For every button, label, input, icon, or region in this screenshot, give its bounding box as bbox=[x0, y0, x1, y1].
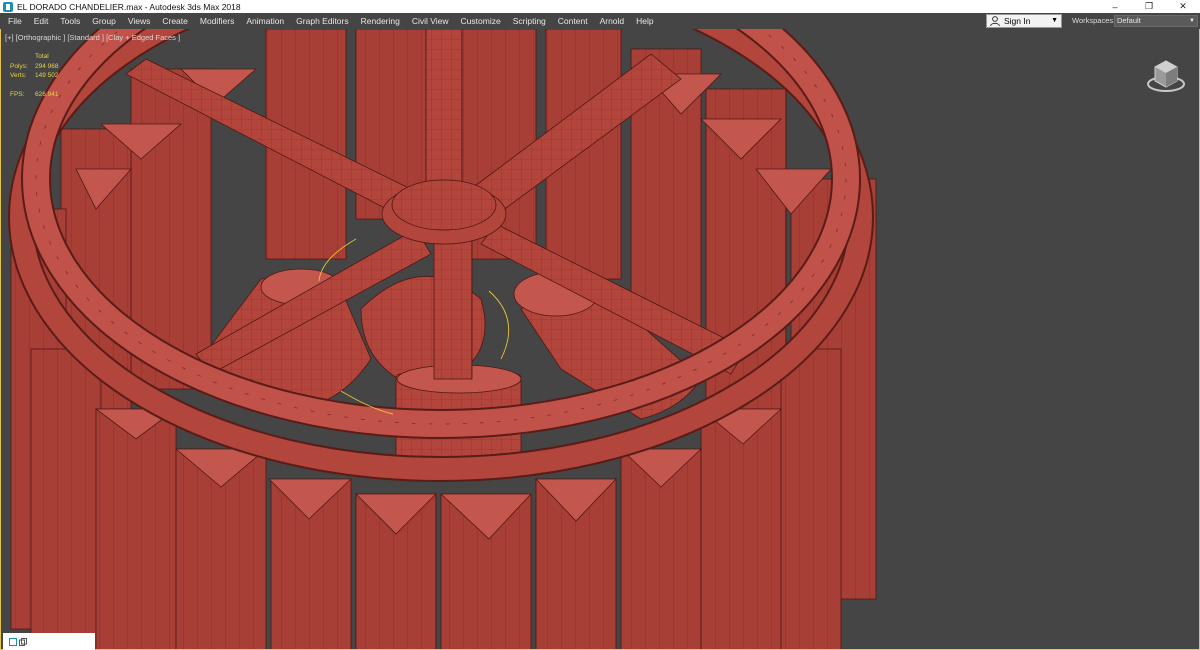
menu-bar: File Edit Tools Group Views Create Modif… bbox=[0, 13, 1200, 29]
layer-icon[interactable] bbox=[9, 637, 17, 646]
menu-modifiers[interactable]: Modifiers bbox=[194, 13, 240, 29]
menu-tools[interactable]: Tools bbox=[54, 13, 86, 29]
menu-group[interactable]: Group bbox=[86, 13, 122, 29]
stats-verts-value: 149 502 bbox=[35, 72, 59, 80]
window-controls: – ❐ ✕ bbox=[1098, 0, 1200, 13]
stats-total-label: Total bbox=[35, 53, 49, 60]
perspective-viewport[interactable]: [+] [Orthographic ] [Standard ] [Clay + … bbox=[0, 29, 1200, 650]
menu-arnold[interactable]: Arnold bbox=[594, 13, 631, 29]
title-bar: EL DORADO CHANDELIER.max - Autodesk 3ds … bbox=[0, 0, 1200, 13]
menu-civil-view[interactable]: Civil View bbox=[406, 13, 455, 29]
viewport-statistics: Total Polys: 294 968 Verts: 149 502 FPS:… bbox=[10, 52, 59, 99]
stats-verts-label: Verts: bbox=[10, 72, 27, 80]
minimize-button[interactable]: – bbox=[1098, 0, 1132, 13]
menu-content[interactable]: Content bbox=[552, 13, 594, 29]
menu-customize[interactable]: Customize bbox=[455, 13, 507, 29]
viewcube-icon[interactable] bbox=[1141, 51, 1191, 101]
app-icon bbox=[3, 1, 13, 12]
stats-polys-value: 294 968 bbox=[35, 62, 59, 70]
workspaces-label: Workspaces: bbox=[1072, 16, 1116, 25]
close-button[interactable]: ✕ bbox=[1166, 0, 1200, 13]
copy-icon[interactable] bbox=[19, 637, 27, 646]
chandelier-model bbox=[8, 29, 877, 649]
menu-animation[interactable]: Animation bbox=[240, 13, 290, 29]
chevron-down-icon: ▼ bbox=[1189, 18, 1195, 24]
menu-edit[interactable]: Edit bbox=[28, 13, 55, 29]
menu-help[interactable]: Help bbox=[630, 13, 659, 29]
menu-graph-editors[interactable]: Graph Editors bbox=[290, 13, 354, 29]
stats-fps-value: 626.941 bbox=[35, 90, 59, 98]
viewport-label[interactable]: [+] [Orthographic ] [Standard ] [Clay + … bbox=[5, 33, 180, 42]
menu-rendering[interactable]: Rendering bbox=[355, 13, 406, 29]
menu-create[interactable]: Create bbox=[156, 13, 194, 29]
user-icon bbox=[990, 16, 1000, 27]
workspace-select[interactable]: Default ▼ bbox=[1114, 15, 1198, 27]
menu-scripting[interactable]: Scripting bbox=[507, 13, 552, 29]
maximize-button[interactable]: ❐ bbox=[1132, 0, 1166, 13]
sign-in-dropdown[interactable]: Sign In ▼ bbox=[986, 14, 1062, 28]
menu-views[interactable]: Views bbox=[122, 13, 157, 29]
stats-fps-label: FPS: bbox=[10, 90, 25, 98]
stats-fps: FPS: 626.941 bbox=[10, 90, 59, 100]
sign-in-label: Sign In bbox=[1004, 16, 1031, 26]
window-title: EL DORADO CHANDELIER.max - Autodesk 3ds … bbox=[17, 1, 241, 12]
stats-polys: Polys: 294 968 bbox=[10, 62, 59, 72]
menu-file[interactable]: File bbox=[0, 13, 28, 29]
bottom-toolbar bbox=[3, 633, 95, 650]
stats-verts: Verts: 149 502 bbox=[10, 71, 59, 81]
stats-polys-label: Polys: bbox=[10, 62, 28, 70]
workspace-value: Default bbox=[1117, 16, 1141, 25]
chevron-down-icon: ▼ bbox=[1051, 17, 1058, 24]
